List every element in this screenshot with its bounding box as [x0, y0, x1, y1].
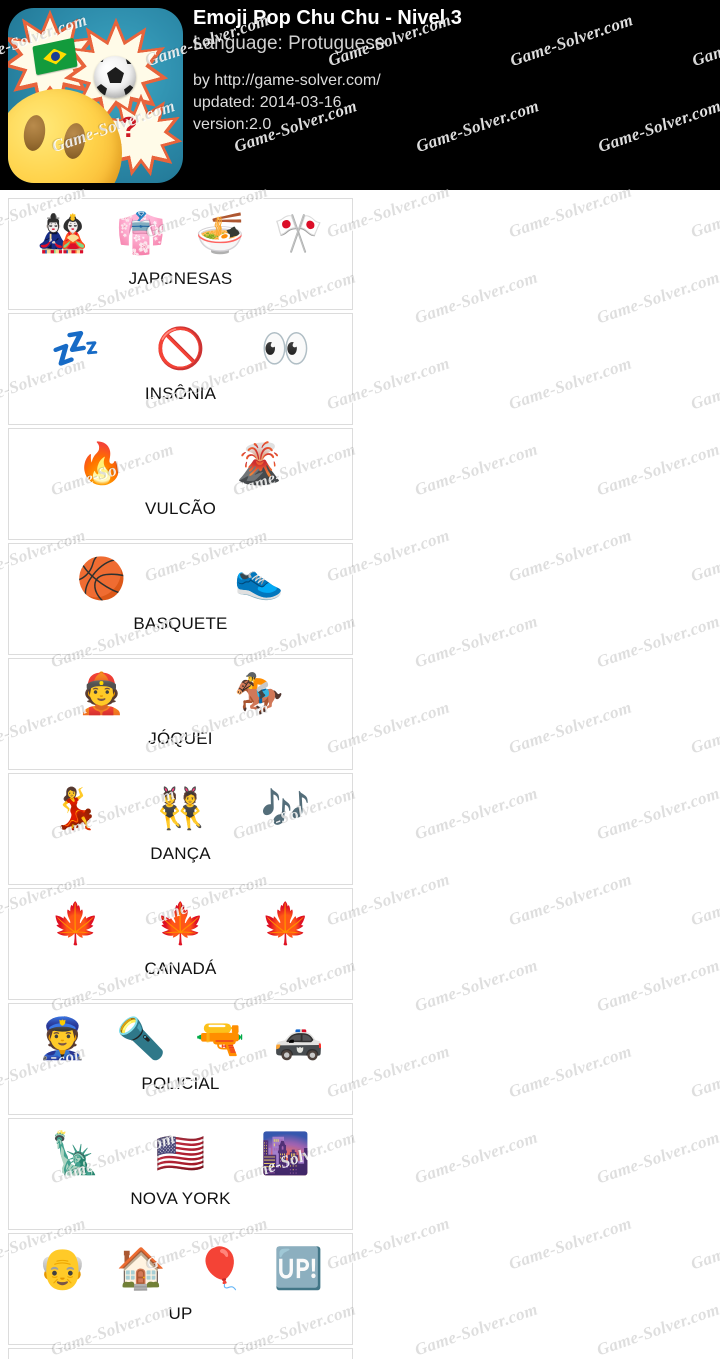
answer-emoji-icon: 🔥 [76, 441, 127, 487]
header-text-block: Emoji Pop Chu Chu - Nivel 3 Language: Pr… [193, 6, 462, 136]
page-title: Emoji Pop Chu Chu - Nivel 3 [193, 7, 462, 29]
answer-label: POLICIAL [141, 1074, 220, 1093]
answer-emoji-row: 🎃🎃🎃🎃 [9, 1349, 352, 1359]
answer-emoji-icon: 🏀 [76, 556, 127, 602]
answer-emoji-icon: 🏠 [116, 1246, 167, 1292]
answer-label: JÓQUEI [148, 729, 213, 748]
answer-card[interactable]: 💃 👯 🎶 DANÇA [8, 773, 353, 885]
question-mark-icon: ? [120, 112, 138, 144]
answer-emoji-icon: 👘 [116, 211, 167, 257]
answer-emoji-icon: 🏇 [234, 671, 285, 717]
answer-emoji-row: 🏀 👟 [9, 544, 352, 614]
answer-emoji-icon: 🎈 [194, 1246, 245, 1292]
answer-card[interactable]: 🔥 🌋 VULCÃO [8, 428, 353, 540]
answer-card[interactable]: 🏀 👟 BASQUETE [8, 543, 353, 655]
by-line: by http://game-solver.com/ [193, 72, 381, 89]
answer-emoji-icon: 👴 [37, 1246, 88, 1292]
answer-emoji-icon: 🇺🇸 [155, 1131, 206, 1177]
answer-emoji-icon: 🔫 [194, 1016, 245, 1062]
answer-emoji-icon: 👟 [234, 556, 285, 602]
answer-emoji-icon: 🗽 [50, 1131, 101, 1177]
answer-emoji-row: 💃 👯 🎶 [9, 774, 352, 844]
answer-emoji-row: 👲 🏇 [9, 659, 352, 729]
answer-label: BASQUETE [133, 614, 228, 633]
answer-emoji-icon: 👮 [37, 1016, 88, 1062]
answer-card[interactable]: 🗽 🇺🇸 🌆 NOVA YORK [8, 1118, 353, 1230]
answer-emoji-row: 💤 🚫 👀 [9, 314, 352, 384]
answer-emoji-icon: 🍁 [155, 901, 206, 947]
answer-emoji-icon: 💤 [50, 326, 101, 372]
answer-emoji-row: 🔥 🌋 [9, 429, 352, 499]
answers-grid: 🎎 👘 🍜 🎌 JAPONESAS 💤 🚫 👀 INSÔNIA 🔥 🌋 VULCÃO 🏀 👟 BASQUET… [0, 190, 720, 1359]
answer-emoji-row: 👴 🏠 🎈 🆙 [9, 1234, 352, 1304]
answer-emoji-icon: 🆙 [273, 1246, 324, 1292]
page-header: ? Emoji Pop Chu Chu - Nivel 3 Language: … [0, 0, 720, 190]
answer-emoji-icon: 🔦 [116, 1016, 167, 1062]
answer-emoji-icon: 🍜 [194, 211, 245, 257]
page-root: ? Emoji Pop Chu Chu - Nivel 3 Language: … [0, 0, 720, 1359]
header-meta-block: by http://game-solver.com/ updated: 2014… [193, 70, 462, 136]
answer-label: JAPONESAS [128, 269, 233, 288]
answer-emoji-icon: 🍁 [260, 901, 311, 947]
answer-emoji-icon: 🌆 [260, 1131, 311, 1177]
answer-card[interactable]: 👲 🏇 JÓQUEI [8, 658, 353, 770]
answer-card[interactable]: 👮 🔦 🔫 🚓 POLICIAL [8, 1003, 353, 1115]
answer-emoji-icon: 🎌 [273, 211, 324, 257]
answer-emoji-icon: 🎶 [260, 786, 311, 832]
answer-card[interactable]: 👴 🏠 🎈 🆙 UP [8, 1233, 353, 1345]
version-line: version:2.0 [193, 116, 272, 133]
answer-emoji-icon: 🍁 [50, 901, 101, 947]
answer-card[interactable]: 🍁 🍁 🍁 CANADÁ [8, 888, 353, 1000]
answer-label: CANADÁ [144, 959, 217, 978]
answer-emoji-icon: 🎎 [37, 211, 88, 257]
answer-emoji-row: 🍁 🍁 🍁 [9, 889, 352, 959]
answer-label: DANÇA [150, 844, 211, 863]
answer-emoji-icon: 🚫 [155, 326, 206, 372]
answer-card[interactable]: 🎃🎃🎃🎃ABOBORAL [8, 1348, 353, 1359]
answer-emoji-icon: 👀 [260, 326, 311, 372]
answer-emoji-icon: 🚓 [273, 1016, 324, 1062]
answer-label: VULCÃO [144, 499, 217, 518]
answer-card[interactable]: 🎎 👘 🍜 🎌 JAPONESAS [8, 198, 353, 310]
answer-emoji-icon: 💃 [50, 786, 101, 832]
answer-label: UP [168, 1304, 193, 1323]
answer-emoji-icon: 🌋 [234, 441, 285, 487]
answer-emoji-row: 🎎 👘 🍜 🎌 [9, 199, 352, 269]
answer-emoji-icon: 👯 [155, 786, 206, 832]
answer-card[interactable]: 💤 🚫 👀 INSÔNIA [8, 313, 353, 425]
updated-line: updated: 2014-03-16 [193, 94, 342, 111]
answer-emoji-row: 👮 🔦 🔫 🚓 [9, 1004, 352, 1074]
language-line: Language: Protuguese [193, 33, 386, 54]
answer-emoji-icon: 👲 [76, 671, 127, 717]
answer-label: INSÔNIA [144, 384, 217, 403]
answer-emoji-row: 🗽 🇺🇸 🌆 [9, 1119, 352, 1189]
app-icon: ? [8, 8, 183, 183]
answer-label: NOVA YORK [130, 1189, 231, 1208]
soccer-ball-icon [94, 56, 136, 98]
